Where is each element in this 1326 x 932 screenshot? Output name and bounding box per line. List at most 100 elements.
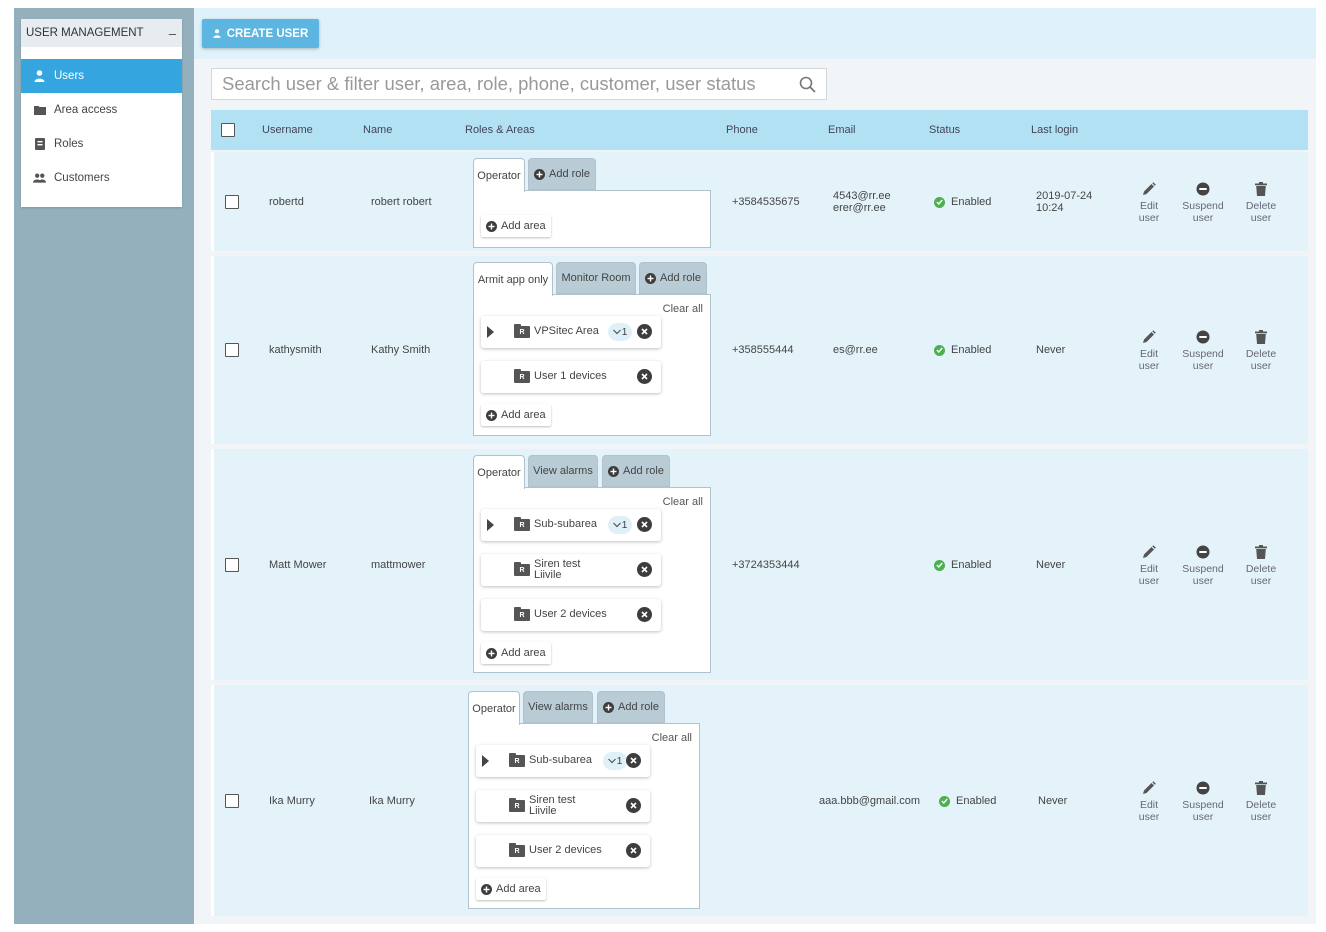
header-phone[interactable]: Phone xyxy=(726,124,758,136)
header-email[interactable]: Email xyxy=(828,124,856,136)
caret-right-icon[interactable] xyxy=(487,519,494,531)
edit-user-button[interactable]: Edit user xyxy=(1124,543,1174,587)
row-actions: Edit user Suspend user Delete user xyxy=(1124,543,1284,587)
create-user-button[interactable]: CREATE USER xyxy=(202,19,319,48)
last-login-cell-line: 2019-07-24 xyxy=(1036,190,1093,202)
edit-user-button[interactable]: Edit user xyxy=(1124,779,1174,823)
username-cell: Matt Mower xyxy=(269,559,327,571)
role-tab[interactable]: Armit app only xyxy=(473,262,553,296)
sidebar-item-label: Roles xyxy=(54,138,84,150)
clear-all-link[interactable]: Clear all xyxy=(652,732,692,744)
row-checkbox[interactable] xyxy=(225,558,239,572)
role-tab[interactable]: View alarms xyxy=(523,691,593,723)
email-cell-line: 4543@rr.ee xyxy=(833,190,891,202)
clear-all-link[interactable]: Clear all xyxy=(663,303,703,315)
row-actions: Edit user Suspend user Delete user xyxy=(1124,180,1284,224)
area-count: 1 xyxy=(621,519,628,531)
caret-right-icon[interactable] xyxy=(487,326,494,338)
sidebar-header[interactable]: USER MANAGEMENT – xyxy=(21,19,182,47)
sidebar-item-area-access[interactable]: Area access xyxy=(21,93,182,127)
remove-area-icon[interactable] xyxy=(626,843,641,858)
role-tab[interactable]: View alarms xyxy=(528,455,598,487)
area-name: User 2 devices xyxy=(534,609,607,620)
sidebar-item-users[interactable]: Users xyxy=(21,59,182,93)
caret-right-icon[interactable] xyxy=(482,755,489,767)
area-name-line: Sub-subarea xyxy=(529,754,592,766)
remove-area-icon[interactable] xyxy=(637,562,652,577)
suspend-user-button[interactable]: Suspend user xyxy=(1178,543,1228,587)
action-label: user xyxy=(1138,575,1160,587)
sidebar-item-roles[interactable]: Roles xyxy=(21,127,182,161)
sidebar-item-label: Users xyxy=(54,70,85,82)
add-area-button[interactable]: Add area xyxy=(476,878,546,900)
role-tab[interactable]: Monitor Room xyxy=(556,262,636,294)
email-cell: aaa.bbb@gmail.com xyxy=(819,795,920,807)
trash-icon xyxy=(1236,328,1286,346)
name-cell: robert robert xyxy=(371,196,432,208)
minus-circle-icon xyxy=(1178,180,1228,198)
status-cell: Enabled xyxy=(939,795,996,807)
action-label: user xyxy=(1250,360,1272,372)
edit-user-button[interactable]: Edit user xyxy=(1124,328,1174,372)
area-name: Siren test Liivile xyxy=(529,795,575,817)
delete-user-button[interactable]: Delete user xyxy=(1236,180,1286,224)
delete-user-button[interactable]: Delete user xyxy=(1236,328,1286,372)
remove-area-icon[interactable] xyxy=(637,369,652,384)
select-all-checkbox[interactable] xyxy=(221,123,235,137)
edit-user-button[interactable]: Edit user xyxy=(1124,180,1174,224)
trash-icon xyxy=(1236,543,1286,561)
add-area-button[interactable]: Add area xyxy=(481,404,551,426)
header-last-login[interactable]: Last login xyxy=(1031,124,1078,136)
remove-area-icon[interactable] xyxy=(637,324,652,339)
area-count-badge[interactable]: 1 xyxy=(603,752,627,770)
header-status[interactable]: Status xyxy=(929,124,960,136)
area-name-line: VPSitec Area xyxy=(534,325,599,337)
add-role-tab[interactable]: Add role xyxy=(528,158,596,190)
area-name: User 2 devices xyxy=(529,845,602,856)
sidebar-title: USER MANAGEMENT xyxy=(26,27,144,39)
collapse-icon[interactable]: – xyxy=(169,26,176,41)
action-label: Suspend xyxy=(1182,799,1224,811)
username-cell: robertd xyxy=(269,196,304,208)
area-name: Sub-subarea xyxy=(534,519,597,530)
folder-icon: R xyxy=(514,324,530,338)
row-checkbox[interactable] xyxy=(225,195,239,209)
search-icon[interactable] xyxy=(799,76,816,93)
remove-area-icon[interactable] xyxy=(637,517,652,532)
status-cell: Enabled xyxy=(934,344,991,356)
area-count-badge[interactable]: 1 xyxy=(608,323,632,341)
add-role-tab[interactable]: Add role xyxy=(597,691,665,723)
header-username[interactable]: Username xyxy=(262,124,313,136)
remove-area-icon[interactable] xyxy=(626,753,641,768)
search-input[interactable] xyxy=(222,73,799,95)
remove-area-icon[interactable] xyxy=(626,798,641,813)
row-checkbox[interactable] xyxy=(225,794,239,808)
add-area-button[interactable]: Add area xyxy=(481,215,551,237)
sidebar-item-customers[interactable]: Customers xyxy=(21,161,182,195)
role-tab[interactable]: Operator xyxy=(473,158,525,192)
suspend-user-button[interactable]: Suspend user xyxy=(1178,180,1228,224)
remove-area-icon[interactable] xyxy=(637,607,652,622)
add-role-tab[interactable]: Add role xyxy=(602,455,670,487)
check-circle-icon xyxy=(934,559,945,571)
id-card-icon xyxy=(33,138,46,150)
header-name[interactable]: Name xyxy=(363,124,392,136)
row-actions: Edit user Suspend user Delete user xyxy=(1124,779,1284,823)
suspend-user-button[interactable]: Suspend user xyxy=(1178,328,1228,372)
clear-all-link[interactable]: Clear all xyxy=(663,496,703,508)
delete-user-button[interactable]: Delete user xyxy=(1236,779,1286,823)
folder-icon: R xyxy=(509,843,525,857)
user-icon xyxy=(33,70,46,82)
suspend-user-button[interactable]: Suspend user xyxy=(1178,779,1228,823)
add-area-button[interactable]: Add area xyxy=(481,642,551,664)
pencil-icon xyxy=(1124,328,1174,346)
header-roles-areas[interactable]: Roles & Areas xyxy=(465,124,535,136)
area-count-badge[interactable]: 1 xyxy=(608,516,632,534)
last-login-cell: 2019-07-24 10:24 xyxy=(1036,190,1092,214)
add-role-tab[interactable]: Add role xyxy=(639,262,707,294)
row-checkbox[interactable] xyxy=(225,343,239,357)
phone-cell: +358555444 xyxy=(732,344,794,356)
delete-user-button[interactable]: Delete user xyxy=(1236,543,1286,587)
role-tab[interactable]: Operator xyxy=(468,691,520,725)
role-tab[interactable]: Operator xyxy=(473,455,525,489)
